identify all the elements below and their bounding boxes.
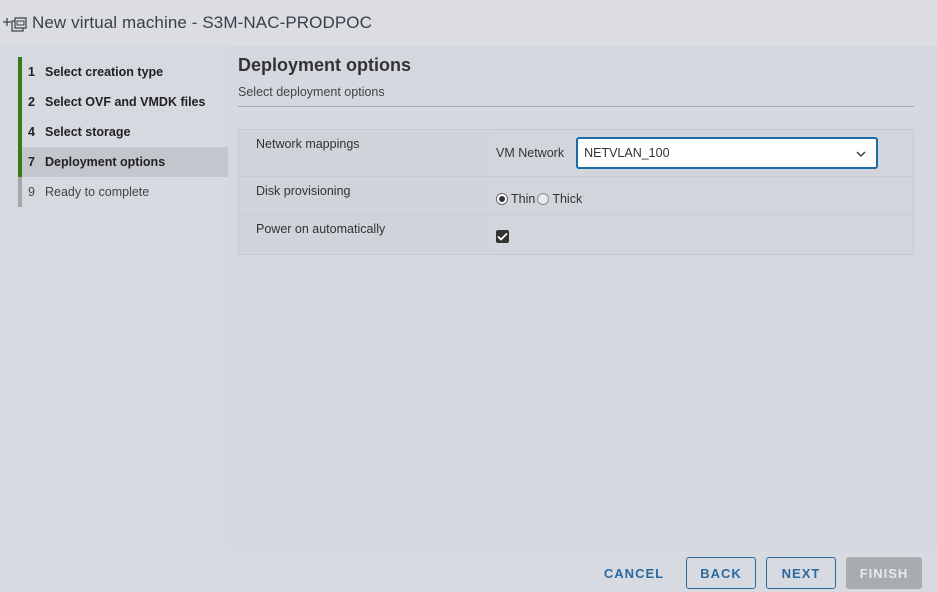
- network-mappings-label: Network mappings: [239, 130, 490, 176]
- step-label: Select storage: [45, 125, 131, 139]
- new-vm-icon: [2, 12, 28, 34]
- finish-button[interactable]: FINISH: [846, 557, 922, 589]
- cancel-button[interactable]: CANCEL: [600, 557, 668, 589]
- back-button[interactable]: BACK: [686, 557, 756, 589]
- disk-provisioning-label: Disk provisioning: [239, 177, 490, 214]
- thick-radio-label[interactable]: Thick: [552, 192, 582, 206]
- vm-network-label: VM Network: [496, 146, 565, 160]
- window-title: New virtual machine - S3M-NAC-PRODPOC: [32, 13, 372, 32]
- next-button[interactable]: NEXT: [766, 557, 836, 589]
- disk-provisioning-row: Disk provisioning Thin Thick: [239, 177, 913, 215]
- page-subtitle: Select deployment options: [238, 85, 385, 99]
- power-on-value: [490, 215, 913, 254]
- step-label: Ready to complete: [45, 185, 150, 199]
- network-mappings-row: Network mappings VM Network NETVLAN_100: [239, 130, 913, 177]
- step-label: Select creation type: [45, 65, 164, 79]
- deployment-options-grid: Network mappings VM Network NETVLAN_100 …: [238, 129, 914, 255]
- thin-radio[interactable]: [496, 192, 508, 205]
- step-number: 1: [28, 65, 35, 79]
- window-titlebar: New virtual machine - S3M-NAC-PRODPOC: [0, 0, 937, 46]
- wizard-content: Deployment options Select deployment opt…: [228, 46, 937, 549]
- step-number: 7: [28, 155, 35, 169]
- power-on-label: Power on automatically: [239, 215, 490, 254]
- disk-provisioning-radio-group: Thin Thick: [496, 192, 584, 206]
- wizard-steps-sidebar: 1 Select creation type 2 Select OVF and …: [0, 46, 228, 549]
- page-title: Deployment options: [238, 55, 412, 75]
- network-select-value: NETVLAN_100: [584, 146, 670, 160]
- disk-provisioning-value: Thin Thick: [490, 177, 913, 214]
- thin-radio-label[interactable]: Thin: [511, 192, 535, 206]
- step-select-storage[interactable]: 4 Select storage: [18, 117, 228, 147]
- checkmark-icon: [497, 232, 508, 241]
- step-ready-to-complete[interactable]: 9 Ready to complete: [18, 177, 228, 207]
- power-on-row: Power on automatically: [239, 215, 913, 254]
- step-number: 4: [28, 125, 35, 139]
- step-deployment-options[interactable]: 7 Deployment options: [18, 147, 228, 177]
- step-number: 9: [28, 185, 35, 199]
- step-number: 2: [28, 95, 35, 109]
- step-label: Deployment options: [45, 155, 166, 169]
- wizard-footer: CANCEL BACK NEXT FINISH: [0, 549, 937, 592]
- thick-radio[interactable]: [537, 192, 550, 205]
- chevron-down-icon: [856, 146, 866, 160]
- network-select[interactable]: NETVLAN_100: [576, 137, 879, 169]
- step-select-ovf-vmdk-files[interactable]: 2 Select OVF and VMDK files: [18, 87, 228, 117]
- divider: [238, 106, 914, 107]
- network-mappings-value: VM Network NETVLAN_100: [490, 130, 913, 176]
- power-on-checkbox[interactable]: [496, 230, 509, 243]
- step-select-creation-type[interactable]: 1 Select creation type: [18, 57, 228, 87]
- step-label: Select OVF and VMDK files: [45, 95, 206, 109]
